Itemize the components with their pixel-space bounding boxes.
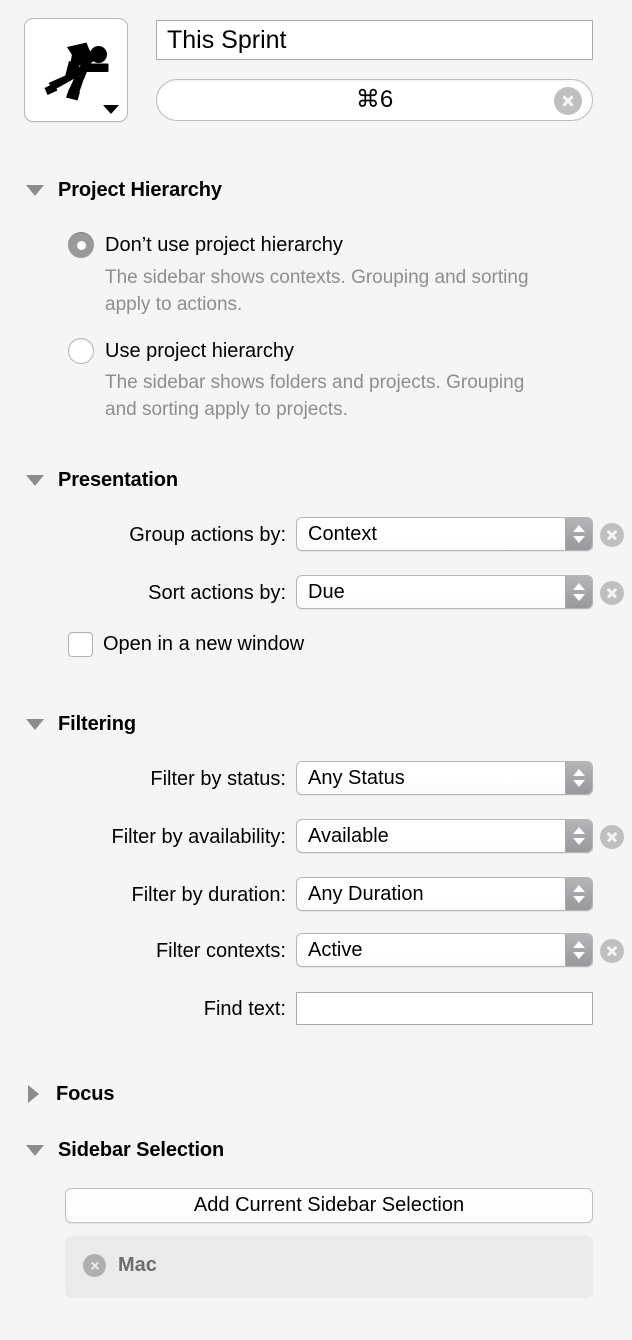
radio-label-use-hierarchy: Use project hierarchy bbox=[105, 340, 294, 362]
label-open-in-new-window: Open in a new window bbox=[103, 633, 305, 655]
section-title-filtering: Filtering bbox=[58, 712, 136, 735]
radio-selected-icon[interactable] bbox=[68, 232, 94, 258]
stepper-filter-by-availability[interactable] bbox=[565, 820, 592, 852]
label-sort-actions-by: Sort actions by: bbox=[148, 582, 286, 604]
remove-item-icon[interactable] bbox=[83, 1254, 106, 1277]
chevron-up-icon bbox=[573, 583, 585, 590]
section-title-focus: Focus bbox=[56, 1082, 115, 1105]
chevron-down-icon bbox=[573, 536, 585, 543]
section-header-focus[interactable]: Focus bbox=[26, 1080, 115, 1108]
stepper-filter-contexts[interactable] bbox=[565, 934, 592, 966]
icon-chooser-disclosure[interactable] bbox=[103, 105, 119, 114]
chevron-down-icon[interactable] bbox=[26, 1144, 44, 1156]
list-item[interactable]: Mac bbox=[83, 1254, 157, 1277]
chevron-up-icon bbox=[573, 827, 585, 834]
perspective-name-input[interactable]: This Sprint bbox=[156, 20, 593, 60]
clear-sort-actions-by-icon[interactable] bbox=[600, 581, 624, 605]
chevron-up-icon bbox=[573, 941, 585, 948]
radio-description-use-hierarchy: The sidebar shows folders and projects. … bbox=[105, 372, 525, 420]
select-value-filter-by-availability: Available bbox=[308, 825, 389, 847]
perspective-icon-button[interactable] bbox=[24, 18, 128, 122]
label-filter-contexts: Filter contexts: bbox=[155, 940, 286, 962]
keyboard-shortcut-value: ⌘6 bbox=[355, 86, 394, 113]
select-sort-actions-by[interactable]: Due bbox=[296, 575, 593, 609]
section-header-project-hierarchy[interactable]: Project Hierarchy bbox=[26, 176, 222, 204]
select-value-filter-by-duration: Any Duration bbox=[308, 883, 424, 905]
chevron-up-icon bbox=[573, 885, 585, 892]
chevron-down-icon bbox=[573, 952, 585, 959]
chevron-down-icon[interactable] bbox=[26, 718, 44, 730]
section-title-sidebar-selection: Sidebar Selection bbox=[58, 1138, 225, 1161]
chevron-down-icon bbox=[573, 896, 585, 903]
chevron-down-icon bbox=[573, 838, 585, 845]
label-find-text: Find text: bbox=[203, 998, 286, 1020]
select-filter-contexts[interactable]: Active bbox=[296, 933, 593, 967]
perspective-header: This Sprint ⌘6 bbox=[0, 0, 632, 140]
stepper-sort-actions-by[interactable] bbox=[565, 576, 592, 608]
checkbox-open-in-new-window[interactable] bbox=[68, 632, 93, 657]
select-filter-by-availability[interactable]: Available bbox=[296, 819, 593, 853]
section-title-project-hierarchy: Project Hierarchy bbox=[58, 178, 222, 201]
add-current-sidebar-selection-button[interactable]: Add Current Sidebar Selection bbox=[65, 1188, 593, 1223]
list-item-label: Mac bbox=[118, 1254, 157, 1276]
select-value-sort-actions-by: Due bbox=[308, 581, 345, 603]
chevron-up-icon bbox=[573, 525, 585, 532]
label-group-actions-by: Group actions by: bbox=[129, 524, 286, 546]
select-value-group-actions-by: Context bbox=[308, 523, 377, 545]
chevron-down-icon bbox=[573, 594, 585, 601]
section-header-presentation[interactable]: Presentation bbox=[26, 466, 178, 494]
chevron-down-icon bbox=[573, 780, 585, 787]
select-filter-by-duration[interactable]: Any Duration bbox=[296, 877, 593, 911]
clear-group-actions-by-icon[interactable] bbox=[600, 523, 624, 547]
clear-filter-contexts-icon[interactable] bbox=[600, 939, 624, 963]
find-text-input[interactable] bbox=[296, 992, 593, 1025]
label-filter-by-availability: Filter by availability: bbox=[111, 826, 286, 848]
select-filter-by-status[interactable]: Any Status bbox=[296, 761, 593, 795]
chevron-right-icon[interactable] bbox=[28, 1085, 39, 1103]
label-filter-by-status: Filter by status: bbox=[150, 768, 286, 790]
chevron-down-icon[interactable] bbox=[26, 474, 44, 486]
select-group-actions-by[interactable]: Context bbox=[296, 517, 593, 551]
section-title-presentation: Presentation bbox=[58, 468, 178, 491]
radio-label-dont-use-hierarchy: Don’t use project hierarchy bbox=[105, 234, 343, 256]
select-value-filter-contexts: Active bbox=[308, 939, 363, 961]
stepper-filter-by-duration[interactable] bbox=[565, 878, 592, 910]
chevron-down-icon[interactable] bbox=[26, 184, 44, 196]
clear-filter-by-availability-icon[interactable] bbox=[600, 825, 624, 849]
label-filter-by-duration: Filter by duration: bbox=[131, 884, 286, 906]
stepper-group-actions-by[interactable] bbox=[565, 518, 592, 550]
clear-shortcut-icon[interactable] bbox=[554, 87, 582, 115]
chevron-up-icon bbox=[573, 769, 585, 776]
section-header-sidebar-selection[interactable]: Sidebar Selection bbox=[26, 1136, 224, 1164]
radio-description-dont-use-hierarchy: The sidebar shows contexts. Grouping and… bbox=[105, 267, 529, 315]
radio-unselected-icon[interactable] bbox=[68, 338, 94, 364]
select-value-filter-by-status: Any Status bbox=[308, 767, 405, 789]
section-header-filtering[interactable]: Filtering bbox=[26, 710, 136, 738]
keyboard-shortcut-field[interactable]: ⌘6 bbox=[156, 79, 593, 121]
sidebar-selection-list: Mac bbox=[65, 1236, 593, 1298]
stepper-filter-by-status[interactable] bbox=[565, 762, 592, 794]
